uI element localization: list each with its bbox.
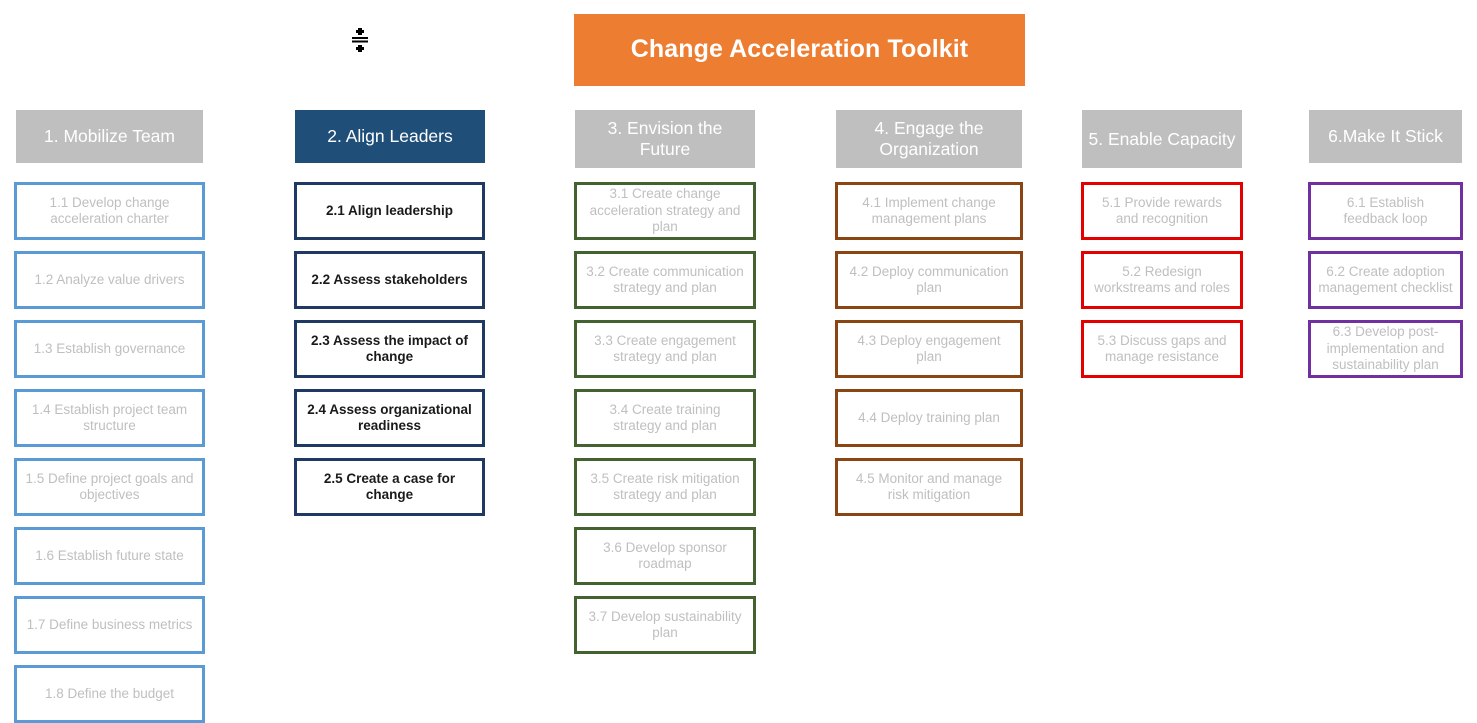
task-cell[interactable]: 3.3 Create engagement strategy and plan	[574, 320, 756, 378]
task-cell[interactable]: 4.4 Deploy training plan	[835, 389, 1023, 447]
task-cell[interactable]: 1.7 Define business metrics	[14, 596, 205, 654]
column-header-enable-capacity[interactable]: 5. Enable Capacity	[1082, 110, 1242, 168]
task-cell[interactable]: 2.3 Assess the impact of change	[294, 320, 485, 378]
task-cell[interactable]: 2.4 Assess organizational readiness	[294, 389, 485, 447]
task-cell[interactable]: 5.1 Provide rewards and recognition	[1081, 182, 1243, 240]
title-banner: Change Acceleration Toolkit	[574, 14, 1025, 86]
task-cell[interactable]: 1.5 Define project goals and objectives	[14, 458, 205, 516]
task-cell[interactable]: 6.3 Develop post-implementation and sust…	[1308, 320, 1463, 378]
task-cell[interactable]: 2.2 Assess stakeholders	[294, 251, 485, 309]
column-header-make-it-stick[interactable]: 6.Make It Stick	[1309, 110, 1462, 163]
task-cell[interactable]: 6.1 Establish feedback loop	[1308, 182, 1463, 240]
task-cell[interactable]: 3.6 Develop sponsor roadmap	[574, 527, 756, 585]
task-cell[interactable]: 4.5 Monitor and manage risk mitigation	[835, 458, 1023, 516]
task-cell[interactable]: 1.8 Define the budget	[14, 665, 205, 723]
task-cell[interactable]: 3.4 Create training strategy and plan	[574, 389, 756, 447]
task-cell[interactable]: 3.2 Create communication strategy and pl…	[574, 251, 756, 309]
task-cell[interactable]: 1.2 Analyze value drivers	[14, 251, 205, 309]
task-cell[interactable]: 1.1 Develop change acceleration charter	[14, 182, 205, 240]
vertical-resize-cursor	[350, 26, 370, 54]
task-cell[interactable]: 2.5 Create a case for change	[294, 458, 485, 516]
task-cell[interactable]: 3.1 Create change acceleration strategy …	[574, 182, 756, 240]
task-cell[interactable]: 4.1 Implement change management plans	[835, 182, 1023, 240]
toolkit-canvas: Change Acceleration Toolkit 1. Mobilize …	[0, 0, 1477, 723]
task-cell[interactable]: 3.5 Create risk mitigation strategy and …	[574, 458, 756, 516]
task-cell[interactable]: 6.2 Create adoption management checklist	[1308, 251, 1463, 309]
task-cell[interactable]: 5.3 Discuss gaps and manage resistance	[1081, 320, 1243, 378]
column-header-align-leaders[interactable]: 2. Align Leaders	[295, 110, 485, 163]
page-title: Change Acceleration Toolkit	[630, 35, 969, 64]
task-cell[interactable]: 1.6 Establish future state	[14, 527, 205, 585]
task-cell[interactable]: 5.2 Redesign workstreams and roles	[1081, 251, 1243, 309]
task-cell[interactable]: 3.7 Develop sustainability plan	[574, 596, 756, 654]
task-cell[interactable]: 1.4 Establish project team structure	[14, 389, 205, 447]
task-cell[interactable]: 4.2 Deploy communication plan	[835, 251, 1023, 309]
task-cell[interactable]: 1.3 Establish governance	[14, 320, 205, 378]
task-cell[interactable]: 2.1 Align leadership	[294, 182, 485, 240]
column-header-envision-the-future[interactable]: 3. Envision the Future	[575, 110, 755, 168]
column-header-engage-the-organization[interactable]: 4. Engage the Organization	[836, 110, 1022, 168]
task-cell[interactable]: 4.3 Deploy engagement plan	[835, 320, 1023, 378]
column-header-mobilize-team[interactable]: 1. Mobilize Team	[16, 110, 203, 163]
